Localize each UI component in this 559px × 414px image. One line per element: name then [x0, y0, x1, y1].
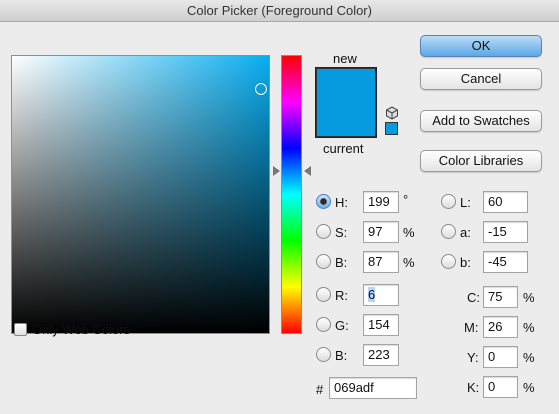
ok-button[interactable]: OK — [420, 35, 542, 57]
b-channel-input[interactable]: -45 — [483, 251, 528, 273]
red-label: R: — [335, 288, 348, 303]
b-channel-label: b: — [460, 255, 471, 270]
magenta-input[interactable]: 26 — [483, 316, 518, 338]
only-web-colors-label[interactable]: Only Web Colors — [32, 322, 130, 337]
a-channel-label: a: — [460, 225, 471, 240]
only-web-colors-checkbox[interactable] — [14, 323, 27, 336]
cancel-button[interactable]: Cancel — [420, 68, 542, 90]
cyan-unit: % — [523, 290, 535, 305]
color-picker-dialog: new current OK Cancel Add to Swatches Co… — [0, 22, 559, 414]
window-title: Color Picker (Foreground Color) — [187, 3, 372, 18]
color-field[interactable] — [11, 55, 270, 334]
magenta-unit: % — [523, 320, 535, 335]
swatch-icon[interactable] — [385, 122, 398, 135]
green-label: G: — [335, 318, 349, 333]
cyan-input[interactable]: 75 — [483, 286, 518, 308]
cube-icon[interactable] — [385, 106, 399, 120]
new-label: new — [333, 51, 357, 66]
a-channel-radio[interactable] — [441, 224, 456, 239]
hue-input[interactable]: 199 — [363, 191, 399, 213]
red-radio[interactable] — [316, 287, 331, 302]
brightness-label: B: — [335, 255, 348, 270]
hue-slider-left-handle[interactable] — [273, 166, 280, 176]
blue-label: B: — [335, 348, 348, 363]
hue-unit: ° — [403, 192, 409, 207]
saturation-input[interactable]: 97 — [363, 221, 399, 243]
current-label: current — [323, 141, 364, 156]
color-libraries-button[interactable]: Color Libraries — [420, 150, 542, 172]
saturation-unit: % — [403, 225, 415, 240]
green-radio[interactable] — [316, 317, 331, 332]
saturation-radio[interactable] — [316, 224, 331, 239]
green-input[interactable]: 154 — [363, 314, 399, 336]
a-channel-input[interactable]: -15 — [483, 221, 528, 243]
new-color-swatch — [316, 68, 376, 103]
brightness-unit: % — [403, 255, 415, 270]
hue-label: H: — [335, 195, 348, 210]
blue-input[interactable]: 223 — [363, 344, 399, 366]
yellow-label: Y: — [467, 350, 479, 365]
b-channel-radio[interactable] — [441, 254, 456, 269]
hex-input[interactable]: 069adf — [329, 377, 417, 399]
yellow-unit: % — [523, 350, 535, 365]
window-titlebar: Color Picker (Foreground Color) — [0, 0, 559, 22]
lightness-label: L: — [460, 195, 471, 210]
saturation-label: S: — [335, 225, 348, 240]
red-input[interactable]: 6 — [363, 284, 399, 306]
brightness-radio[interactable] — [316, 254, 331, 269]
yellow-input[interactable]: 0 — [483, 346, 518, 368]
hex-label: # — [316, 382, 324, 397]
add-to-swatches-button[interactable]: Add to Swatches — [420, 110, 542, 132]
blue-radio[interactable] — [316, 347, 331, 362]
hue-slider-right-handle[interactable] — [304, 166, 311, 176]
magenta-label: M: — [464, 320, 479, 335]
lightness-radio[interactable] — [441, 194, 456, 209]
hue-slider[interactable] — [281, 55, 302, 334]
lightness-input[interactable]: 60 — [483, 191, 528, 213]
black-input[interactable]: 0 — [483, 376, 518, 398]
hue-radio[interactable] — [316, 194, 331, 209]
color-field-picker[interactable] — [255, 83, 267, 95]
cyan-label: C: — [467, 290, 480, 305]
red-value: 6 — [368, 287, 376, 302]
black-unit: % — [523, 380, 535, 395]
current-color-swatch[interactable] — [316, 103, 376, 137]
brightness-input[interactable]: 87 — [363, 251, 399, 273]
black-label: K: — [467, 380, 480, 395]
